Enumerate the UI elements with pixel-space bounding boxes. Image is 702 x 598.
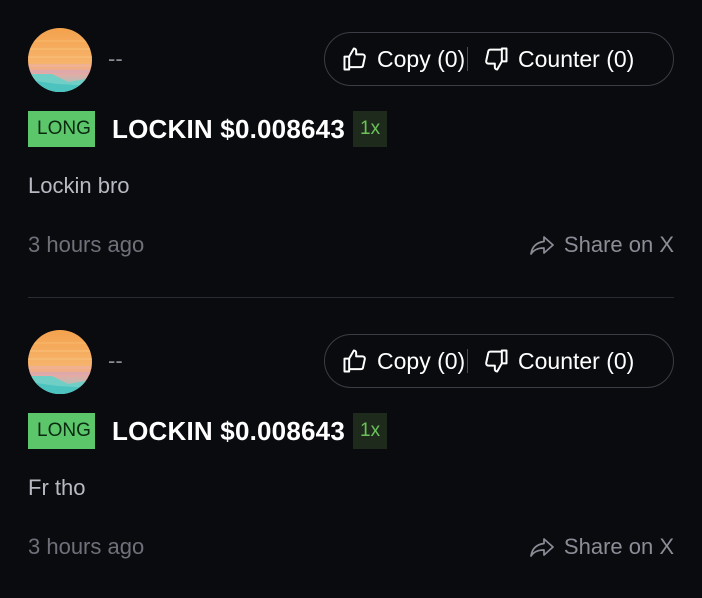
trade-post: -- Copy (0) Counter (0) LONG LOCKIN $0.0… [28, 297, 674, 598]
copy-counter-pill: Copy (0) Counter (0) [324, 32, 674, 86]
sunset-avatar-icon [28, 28, 92, 92]
trade-post: -- Copy (0) Counter (0) LONG LOCKIN $0.0… [28, 0, 674, 297]
timestamp: 3 hours ago [28, 534, 145, 559]
counter-button[interactable]: Counter (0) [468, 33, 634, 85]
leverage-badge: 1x [353, 413, 388, 449]
trade-row: LONG LOCKIN $0.008643 1x [28, 413, 388, 449]
trade-title[interactable]: LOCKIN $0.008643 [112, 114, 345, 145]
post-message: Fr tho [28, 475, 86, 500]
sunset-avatar-icon [28, 330, 92, 394]
leverage-badge: 1x [353, 111, 388, 147]
post-header: -- Copy (0) Counter (0) [28, 330, 674, 394]
copy-button[interactable]: Copy (0) [325, 33, 467, 85]
share-label: Share on X [563, 534, 674, 559]
post-header: -- Copy (0) Counter (0) [28, 28, 674, 92]
username: -- [108, 348, 123, 373]
copy-counter-pill: Copy (0) Counter (0) [324, 334, 674, 388]
share-arrow-icon [530, 236, 554, 255]
counter-label: Counter (0) [518, 347, 635, 374]
trade-feed: -- Copy (0) Counter (0) LONG LOCKIN $0.0… [28, 0, 674, 598]
trade-row: LONG LOCKIN $0.008643 1x [28, 111, 388, 147]
copy-label: Copy (0) [377, 45, 466, 72]
avatar[interactable] [28, 28, 92, 92]
avatar[interactable] [28, 330, 92, 394]
side-badge: LONG [28, 111, 95, 147]
share-on-x-button[interactable]: Share on X [528, 232, 674, 258]
thumbs-down-icon [485, 47, 508, 71]
username: -- [108, 46, 123, 71]
copy-label: Copy (0) [377, 347, 466, 374]
share-on-x-button[interactable]: Share on X [528, 534, 674, 560]
post-message: Lockin bro [28, 173, 130, 198]
post-footer: 3 hours ago Share on X [28, 534, 674, 564]
share-arrow-icon [530, 538, 554, 557]
thumbs-up-icon [343, 47, 366, 71]
copy-button[interactable]: Copy (0) [325, 335, 467, 387]
side-badge: LONG [28, 413, 95, 449]
counter-label: Counter (0) [518, 45, 635, 72]
share-label: Share on X [563, 232, 674, 257]
counter-button[interactable]: Counter (0) [468, 335, 634, 387]
trade-title[interactable]: LOCKIN $0.008643 [112, 416, 345, 447]
timestamp: 3 hours ago [28, 232, 145, 257]
post-footer: 3 hours ago Share on X [28, 232, 674, 262]
thumbs-up-icon [343, 349, 366, 373]
thumbs-down-icon [485, 349, 508, 373]
